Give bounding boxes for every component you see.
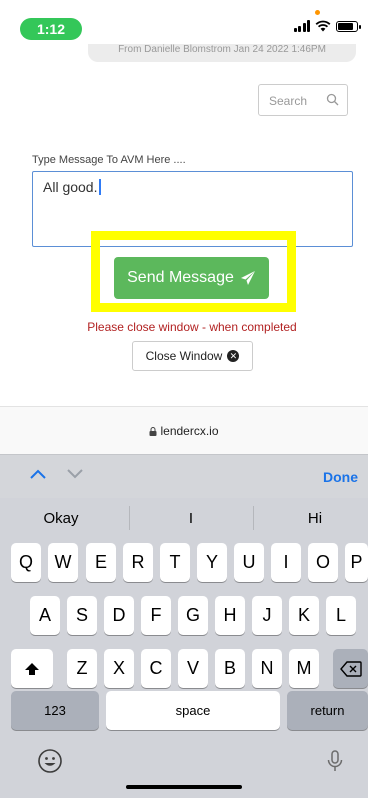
- key-x[interactable]: X: [104, 649, 134, 688]
- lock-icon: [149, 427, 157, 436]
- backspace-key[interactable]: [333, 649, 368, 688]
- microphone-icon[interactable]: [322, 748, 348, 774]
- suggestion-bar: Okay I Hi: [0, 498, 368, 538]
- send-message-button[interactable]: Send Message: [114, 257, 269, 299]
- search-input[interactable]: Search: [258, 84, 348, 116]
- close-window-button[interactable]: Close Window ✕: [132, 341, 253, 371]
- suggestion-item[interactable]: I: [130, 510, 252, 527]
- key-w[interactable]: W: [48, 543, 78, 582]
- status-bar: 1:12: [0, 0, 368, 44]
- key-s[interactable]: S: [67, 596, 97, 635]
- key-f[interactable]: F: [141, 596, 171, 635]
- key-b[interactable]: B: [215, 649, 245, 688]
- text-caret: [99, 179, 101, 195]
- key-k[interactable]: K: [289, 596, 319, 635]
- message-bubble: From Danielle Blomstrom Jan 24 2022 1:46…: [88, 44, 356, 62]
- suggestion-item[interactable]: Okay: [0, 510, 122, 527]
- key-q[interactable]: Q: [11, 543, 41, 582]
- key-y[interactable]: Y: [197, 543, 227, 582]
- key-d[interactable]: D: [104, 596, 134, 635]
- key-l[interactable]: L: [326, 596, 356, 635]
- wifi-icon: [315, 20, 331, 32]
- key-t[interactable]: T: [160, 543, 190, 582]
- key-p[interactable]: P: [345, 543, 368, 582]
- search-placeholder: Search: [269, 94, 308, 108]
- done-button[interactable]: Done: [323, 469, 358, 485]
- privacy-indicator-icon: [315, 10, 320, 15]
- url-text: lendercx.io: [160, 423, 219, 438]
- status-time: 1:12: [20, 18, 82, 40]
- key-o[interactable]: O: [308, 543, 338, 582]
- web-content: From Danielle Blomstrom Jan 24 2022 1:46…: [0, 44, 368, 406]
- shift-icon: [25, 662, 39, 675]
- message-value: All good.: [43, 179, 98, 195]
- next-field-icon[interactable]: [67, 469, 83, 479]
- home-indicator: [126, 785, 242, 789]
- key-v[interactable]: V: [178, 649, 208, 688]
- key-c[interactable]: C: [141, 649, 171, 688]
- paper-plane-icon: [240, 271, 255, 285]
- message-field-label: Type Message To AVM Here ....: [32, 154, 186, 166]
- key-a[interactable]: A: [30, 596, 60, 635]
- space-key[interactable]: space: [106, 691, 280, 730]
- keyboard: Okay I Hi Q W E R T Y U I O P A S D F G …: [0, 498, 368, 798]
- send-message-label: Send Message: [127, 269, 234, 286]
- key-h[interactable]: H: [215, 596, 245, 635]
- key-z[interactable]: Z: [67, 649, 97, 688]
- close-circle-icon: ✕: [227, 350, 240, 362]
- previous-field-icon[interactable]: [30, 469, 46, 479]
- key-g[interactable]: G: [178, 596, 208, 635]
- close-window-label: Close Window: [145, 349, 223, 363]
- key-u[interactable]: U: [234, 543, 264, 582]
- backspace-icon: [339, 660, 362, 677]
- shift-key[interactable]: [11, 649, 53, 688]
- key-j[interactable]: J: [252, 596, 282, 635]
- numbers-key[interactable]: 123: [11, 691, 99, 730]
- return-key[interactable]: return: [287, 691, 368, 730]
- suggestion-item[interactable]: Hi: [254, 510, 368, 527]
- close-window-warning: Please close window - when completed: [87, 320, 297, 334]
- key-r[interactable]: R: [123, 543, 153, 582]
- key-n[interactable]: N: [252, 649, 282, 688]
- key-m[interactable]: M: [289, 649, 319, 688]
- search-icon: [326, 93, 339, 106]
- key-i[interactable]: I: [271, 543, 301, 582]
- address-bar[interactable]: lendercx.io: [0, 406, 368, 454]
- form-accessory-bar: Done: [0, 454, 368, 498]
- key-e[interactable]: E: [86, 543, 116, 582]
- status-icons: [293, 20, 361, 32]
- battery-icon: [336, 20, 361, 32]
- signal-icon: [293, 20, 310, 32]
- emoji-icon[interactable]: [37, 748, 63, 774]
